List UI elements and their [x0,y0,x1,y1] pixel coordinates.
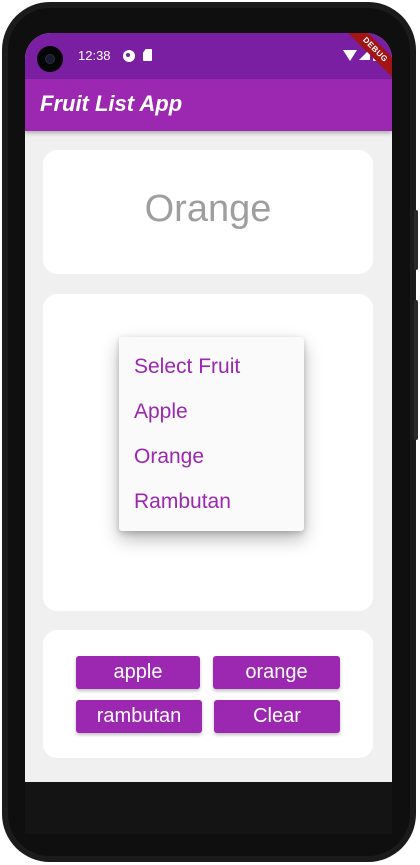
camera-icon [37,46,63,72]
wifi-icon [343,50,357,61]
app-screen: 12:38 DEBUG Fruit List App Orange Select… [25,33,392,782]
apple-button[interactable]: apple [76,656,200,689]
menu-item-rambutan[interactable]: Rambutan [134,490,231,514]
orange-button[interactable]: orange [213,656,340,689]
fruit-buttons-card: apple orange rambutan Clear [43,630,373,758]
menu-item-select-fruit[interactable]: Select Fruit [134,355,240,379]
app-title: Fruit List App [40,91,183,116]
status-bar: 12:38 DEBUG [25,33,392,83]
sync-icon [123,50,135,62]
menu-item-orange[interactable]: Orange [134,445,204,469]
power-button [414,300,418,440]
selected-fruit-card: Orange [43,150,373,274]
app-bar: Fruit List App [25,79,392,131]
sd-card-icon [143,49,152,61]
selected-fruit-text: Orange [144,188,272,230]
clear-button[interactable]: Clear [214,700,340,733]
status-time: 12:38 [78,48,111,63]
menu-item-apple[interactable]: Apple [134,400,188,424]
volume-button [414,210,418,270]
fruit-popup-menu: Select Fruit Apple Orange Rambutan [119,337,304,531]
navigation-bar [25,782,392,834]
rambutan-button[interactable]: rambutan [76,700,202,733]
